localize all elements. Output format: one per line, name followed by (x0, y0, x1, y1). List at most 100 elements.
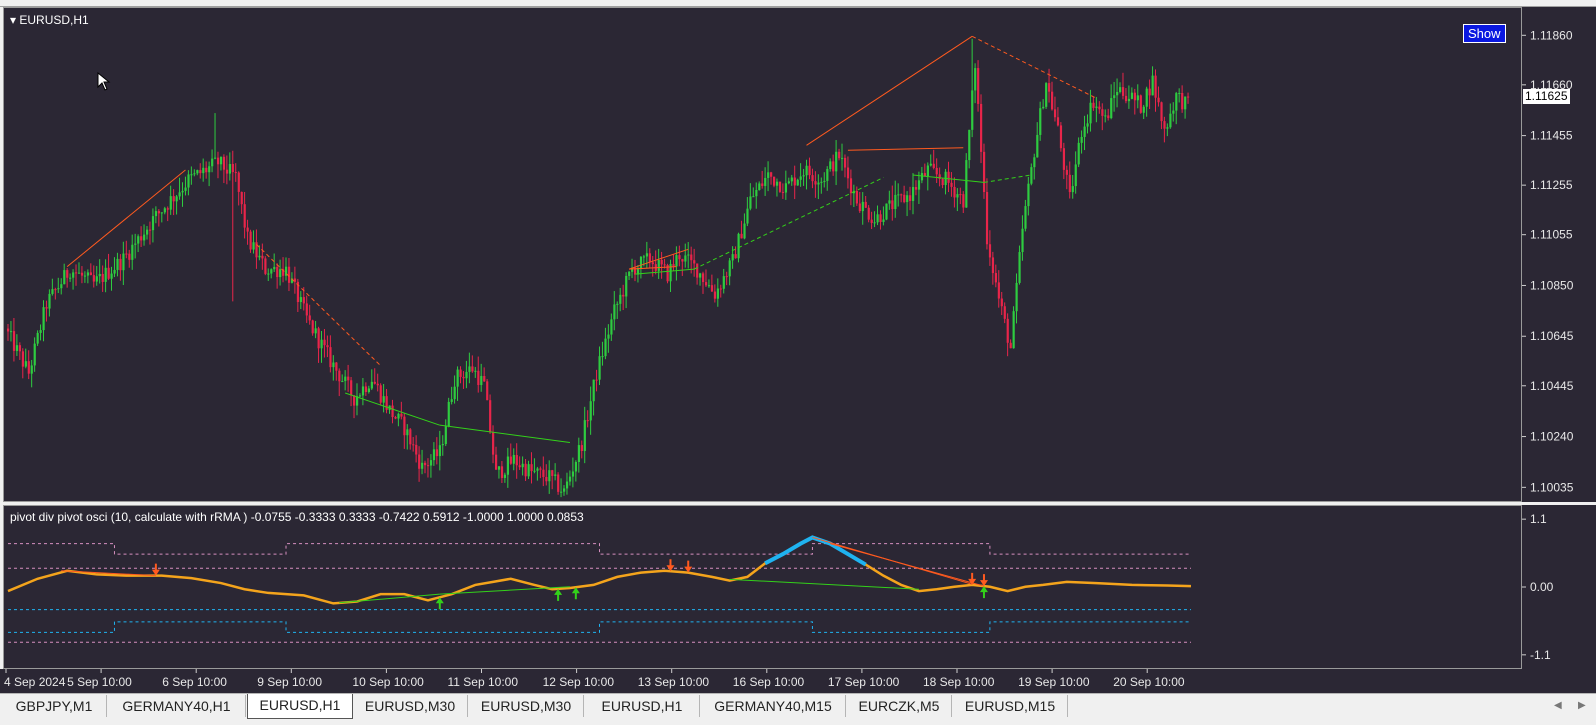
candle-body (506, 456, 510, 475)
candle-body (33, 343, 36, 366)
candle-body (767, 172, 770, 178)
candle-body (453, 386, 456, 400)
candle-body (882, 219, 885, 222)
chart-tab[interactable]: EURUSD,M30 (353, 695, 468, 717)
oscillator-axis[interactable]: 1.1 0.00 -1.1 (1522, 505, 1596, 669)
candle-body (474, 370, 477, 372)
candle-body (246, 227, 249, 232)
candle-body (361, 386, 365, 396)
candle-body (876, 214, 879, 223)
candle-body (988, 244, 992, 258)
tab-scroll-left-icon[interactable]: ◀ (1554, 700, 1562, 711)
candle-body (971, 90, 974, 130)
candle-body (1119, 87, 1122, 92)
candle-body (1074, 164, 1077, 187)
candle-body (110, 273, 113, 279)
candle-body (843, 157, 847, 168)
chart-tab[interactable]: EURUSD,H1 (585, 695, 700, 717)
candle-body (1136, 95, 1139, 101)
candle-body (323, 339, 326, 346)
candle-body (477, 370, 480, 385)
candle-body (879, 214, 882, 222)
divergence-line (634, 268, 695, 275)
candle-body (693, 260, 696, 264)
candle-body (391, 405, 394, 418)
candle-body (589, 401, 592, 421)
candle-body (36, 332, 39, 344)
candle-body (15, 345, 19, 351)
chart-tab[interactable]: EURCZK,M5 (847, 695, 952, 717)
candle-body (687, 254, 690, 256)
candle-body (403, 416, 406, 436)
oscillator-panel[interactable]: pivot div pivot osci (10, calculate with… (3, 505, 1522, 669)
candle-body (527, 464, 530, 477)
candle-body (335, 362, 338, 371)
candle-body (51, 289, 54, 294)
candle-body (258, 255, 261, 258)
candle-body (60, 284, 63, 289)
price-chart-panel[interactable]: ▾ EURUSD,H1 Show (3, 7, 1522, 502)
candle-body (202, 167, 205, 174)
candle-body (376, 383, 379, 386)
candle-body (222, 156, 226, 170)
time-axis[interactable]: 4 Sep 2024 5 Sep 10:00 6 Sep 10:00 9 Sep 10… (0, 669, 1596, 693)
candle-body (592, 379, 595, 402)
candle-body (565, 481, 569, 489)
candle-body (764, 177, 767, 186)
candle-body (193, 173, 196, 175)
candle-body (1059, 125, 1063, 149)
candle-body (119, 258, 122, 271)
candle-body (92, 275, 95, 282)
price-axis[interactable]: 1.11860 1.11660 1.11455 1.11255 1.11055 1.108… (1522, 7, 1596, 502)
candle-body (598, 356, 601, 380)
candle-body (1184, 96, 1187, 110)
candle-body (858, 203, 861, 212)
candle-body (909, 195, 912, 201)
time-tick-label: 6 Sep 10:00 (162, 675, 227, 689)
tab-scroll-right-icon[interactable]: ▶ (1578, 700, 1586, 711)
chart-tab[interactable]: EURUSD,M15 (953, 695, 1068, 717)
candle-body (160, 212, 163, 214)
candle-body (799, 176, 802, 180)
candle-body (835, 151, 838, 172)
candle-body (468, 366, 471, 372)
candle-body (287, 266, 291, 283)
candle-body (382, 396, 385, 403)
candle-body (1121, 87, 1125, 96)
candle-body (326, 345, 329, 348)
candle-body (929, 163, 932, 166)
candle-body (997, 282, 1000, 299)
candle-body (1181, 92, 1184, 110)
candle-body (622, 294, 625, 297)
candle-body (1139, 95, 1142, 113)
candle-body (80, 272, 84, 276)
chart-tab[interactable]: GERMANY40,M15 (701, 695, 846, 717)
candle-body (140, 236, 143, 241)
candle-body (30, 365, 33, 374)
divergence-line (806, 35, 973, 146)
chart-tab[interactable]: EURUSD,H1 (247, 694, 353, 719)
candle-body (486, 381, 489, 401)
price-plot[interactable] (4, 8, 1522, 502)
chart-tab[interactable]: EURUSD,M30 (469, 695, 584, 717)
candle-body (917, 180, 921, 190)
candle-body (867, 207, 870, 220)
show-button[interactable]: Show (1463, 24, 1506, 43)
candle-body (373, 381, 376, 384)
chart-tab[interactable]: GERMANY40,H1 (108, 695, 246, 717)
oscillator-tick-label: -1.1 (1530, 648, 1551, 662)
candle-body (214, 157, 217, 159)
candle-body (1148, 88, 1151, 96)
candle-body (211, 158, 214, 167)
candle-body (805, 165, 808, 176)
candle-body (465, 371, 468, 379)
oscillator-plot[interactable] (4, 506, 1522, 669)
chart-tab[interactable]: GBPJPY,M1 (2, 695, 107, 717)
candle-body (719, 288, 722, 290)
candle-body (743, 223, 746, 239)
candle-body (731, 254, 734, 261)
candle-body (607, 334, 610, 339)
candle-body (1021, 228, 1024, 253)
bearish-arrow-icon (684, 560, 693, 573)
candle-body (12, 331, 16, 351)
